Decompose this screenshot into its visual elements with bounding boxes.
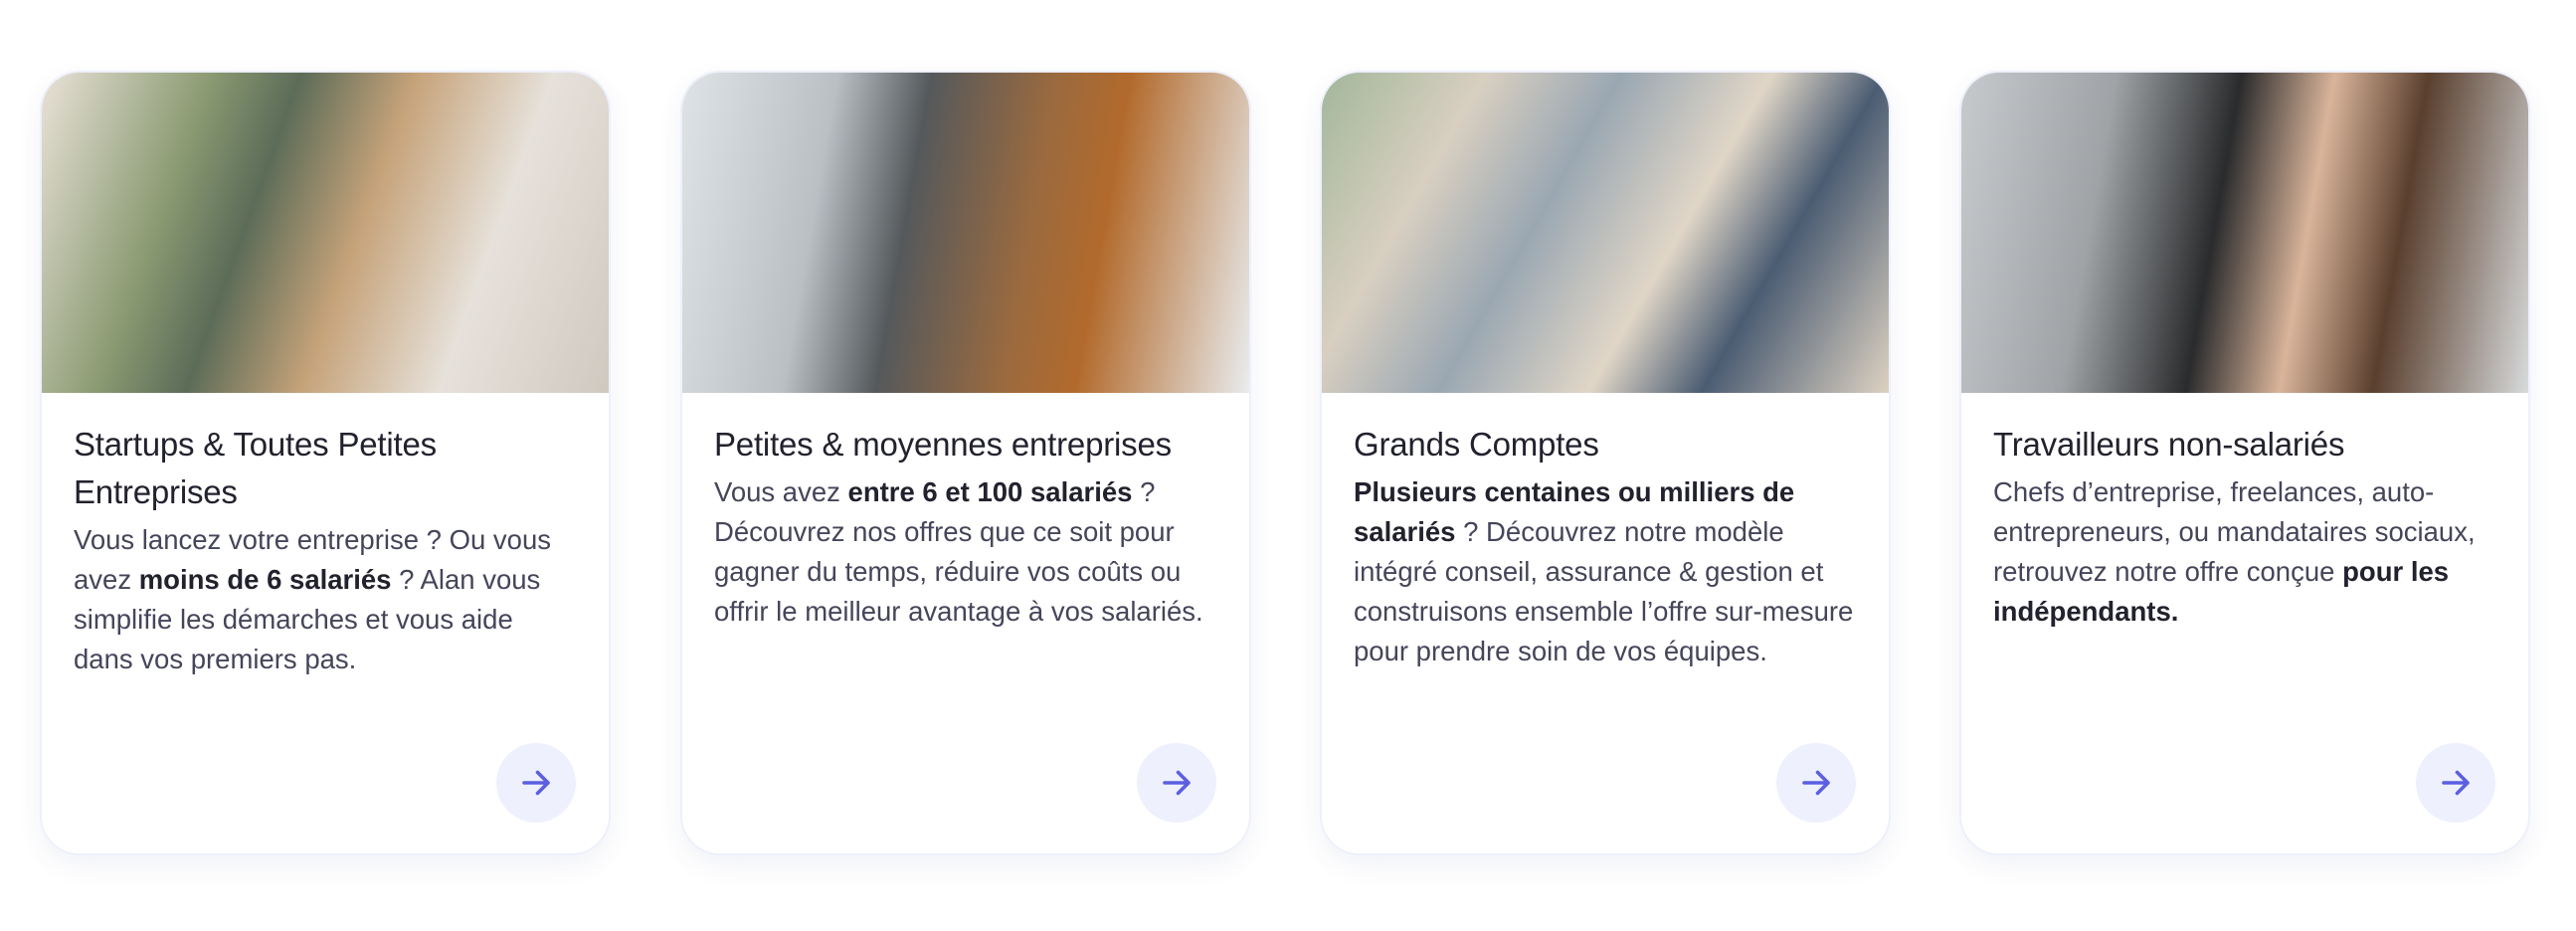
card-startups[interactable]: Startups & Toutes Petites Entreprises Vo… [40,71,611,855]
card-description: Vous avez entre 6 et 100 salariés ? Déco… [714,476,1203,627]
arrow-right-icon [522,770,550,796]
card-title: Grands Comptes [1354,426,1599,463]
card-description: Plusieurs centaines ou milliers de salar… [1354,476,1854,666]
card-photo [42,73,609,393]
card-description: Chefs d’entreprise, freelances, auto-ent… [1993,476,2476,627]
card-title: Petites & moyennes entreprises [714,426,1172,463]
card-arrow-button[interactable] [496,743,576,823]
card-pme[interactable]: Petites & moyennes entreprises Vous avez… [680,71,1251,855]
card-photo [1961,73,2528,393]
card-independants[interactable]: Travailleurs non-salariés Chefs d’entrep… [1959,71,2530,855]
arrow-right-icon [2442,770,2470,796]
card-title: Startups & Toutes Petites Entreprises [74,426,437,510]
arrow-right-icon [1802,770,1830,796]
card-title: Travailleurs non-salariés [1993,426,2345,463]
card-arrow-button[interactable] [2416,743,2495,823]
arrow-right-icon [1163,770,1191,796]
card-grands-comptes[interactable]: Grands Comptes Plusieurs centaines ou mi… [1320,71,1891,855]
card-photo [1322,73,1889,393]
card-description: Vous lancez votre entreprise ? Ou vous a… [74,524,551,674]
card-photo [682,73,1249,393]
card-arrow-button[interactable] [1137,743,1216,823]
card-arrow-button[interactable] [1776,743,1856,823]
